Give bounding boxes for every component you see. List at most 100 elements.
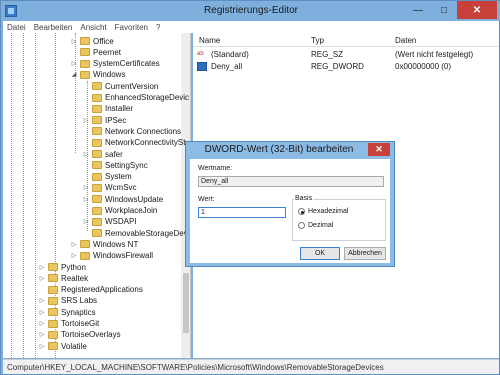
tree-item[interactable]: SettingSync (83, 159, 148, 171)
value-row[interactable]: Deny_all REG_DWORD 0x00000000 (0) (193, 61, 499, 73)
tree-item[interactable]: EnhancedStorageDevic (83, 92, 189, 104)
menu-ansicht[interactable]: Ansicht (80, 23, 106, 32)
dialog-close-button[interactable]: ✕ (368, 143, 390, 156)
folder-icon (92, 172, 102, 181)
value-row[interactable]: ab (Standard) REG_SZ (Wert nicht festgel… (193, 49, 499, 61)
value-name-label: Wertname: (198, 165, 233, 172)
menu-favoriten[interactable]: Favoriten (115, 23, 148, 32)
expand-arrow-icon[interactable]: ▷ (83, 117, 89, 124)
edit-dword-dialog: DWORD-Wert (32-Bit) bearbeiten ✕ Wertnam… (185, 141, 395, 267)
expand-arrow-icon[interactable]: ▷ (83, 151, 89, 158)
hex-radio[interactable] (298, 208, 305, 215)
value-name: (Standard) (211, 50, 249, 59)
expand-arrow-icon[interactable]: ▷ (39, 275, 45, 282)
expand-arrow-icon[interactable]: ▷ (71, 38, 77, 45)
registry-editor-window: Registrierungs-Editor — □ ✕ Datei Bearbe… (0, 0, 500, 375)
tree-item-label: SystemCertificates (93, 59, 160, 69)
expand-arrow-icon[interactable]: ▷ (71, 252, 77, 259)
column-type[interactable]: Typ (311, 36, 324, 45)
tree-item-label: NetworkConnectivitySt (105, 138, 186, 148)
maximize-button[interactable]: □ (431, 1, 457, 19)
tree-item[interactable]: ▷ Office (71, 35, 114, 47)
tree-item-label: WindowsUpdate (105, 194, 164, 204)
tree-scroll-thumb[interactable] (183, 273, 189, 333)
expand-arrow-icon[interactable]: ▷ (39, 320, 45, 327)
tree-item[interactable]: ▷ Volatile (39, 340, 87, 352)
folder-icon (92, 195, 102, 204)
tree-item[interactable]: Peernet (71, 46, 121, 58)
folder-icon (92, 161, 102, 170)
tree-item[interactable]: ▷ safer (83, 148, 123, 160)
expand-arrow-icon[interactable]: ▷ (71, 241, 77, 248)
tree-item-label: Network Connections (105, 126, 182, 136)
tree-item[interactable]: ▷ WindowsFirewall (71, 250, 153, 262)
tree-item-label: TortoiseOverlays (61, 330, 121, 340)
tree-item[interactable]: ▷ Realtek (39, 272, 88, 284)
value-data-input[interactable]: 1 (198, 207, 286, 218)
tree-item[interactable]: RegisteredApplications (39, 284, 143, 296)
tree-item[interactable]: ▷ WSDAPI (83, 216, 137, 228)
minimize-button[interactable]: — (405, 1, 431, 19)
expand-arrow-icon[interactable]: ▷ (71, 60, 77, 67)
tree-item-label: CurrentVersion (105, 81, 159, 91)
tree-item[interactable]: ▷ SRS Labs (39, 295, 97, 307)
expand-arrow-icon[interactable]: ▷ (39, 309, 45, 316)
close-button[interactable]: ✕ (457, 1, 497, 19)
tree-item-label: SettingSync (105, 160, 148, 170)
tree-item[interactable]: ▷ WindowsUpdate (83, 193, 164, 205)
tree-item-label: IPSec (105, 115, 127, 125)
tree-item-label: WcmSvc (105, 183, 137, 193)
tree-item[interactable]: ▷ TortoiseGit (39, 318, 100, 330)
column-name[interactable]: Name (199, 36, 220, 45)
expand-arrow-icon[interactable]: ▷ (39, 331, 45, 338)
dec-radio-row[interactable]: Dezimal (298, 222, 333, 229)
folder-icon (80, 70, 90, 79)
tree-item[interactable]: RemovableStorageDev (83, 227, 188, 239)
value-data-label: Wert: (198, 196, 215, 203)
folder-icon (48, 274, 58, 283)
tree-item[interactable]: System (83, 171, 132, 183)
dec-radio[interactable] (298, 222, 305, 229)
tree-item-label: Python (61, 262, 86, 272)
ok-button[interactable]: OK (300, 247, 340, 260)
status-bar-path: Computer\HKEY_LOCAL_MACHINE\SOFTWARE\Pol… (3, 359, 499, 374)
tree-item-label: Realtek (61, 273, 89, 283)
expand-arrow-icon[interactable]: ▷ (39, 264, 45, 271)
menu-help[interactable]: ? (156, 23, 160, 32)
tree-item[interactable]: CurrentVersion (83, 80, 158, 92)
registry-tree: ▷ Office Peernet ▷ SystemCertificates ◢ Window… (3, 33, 191, 358)
tree-item[interactable]: ▷ SystemCertificates (71, 58, 160, 70)
tree-item[interactable]: ▷ Windows NT (71, 238, 139, 250)
string-value-icon: ab (197, 51, 204, 57)
dialog-title[interactable]: DWORD-Wert (32-Bit) bearbeiten (186, 144, 372, 155)
expand-arrow-icon[interactable]: ▷ (39, 297, 45, 304)
folder-icon (80, 37, 90, 45)
tree-item[interactable]: ▷ TortoiseOverlays (39, 329, 121, 341)
tree-item-label: EnhancedStorageDevic (105, 93, 190, 102)
menu-bearbeiten[interactable]: Bearbeiten (34, 23, 73, 32)
tree-item[interactable]: Installer (83, 103, 133, 115)
tree-item[interactable]: Network Connections (83, 125, 181, 137)
cancel-button[interactable]: Abbrechen (344, 247, 386, 260)
folder-icon (92, 116, 102, 125)
expand-arrow-icon[interactable]: ▷ (83, 184, 89, 191)
expand-arrow-icon[interactable]: ▷ (83, 196, 89, 203)
tree-item[interactable]: ▷ Synaptics (39, 306, 96, 318)
value-name: Deny_all (211, 62, 243, 71)
tree-item[interactable]: ▷ WcmSvc (83, 182, 137, 194)
tree-item[interactable]: NetworkConnectivitySt (83, 137, 185, 149)
tree-item-label: TortoiseGit (61, 319, 100, 328)
menu-bar: Datei Bearbeiten Ansicht Favoriten ? (3, 21, 499, 33)
expand-arrow-icon[interactable]: ▷ (83, 218, 89, 225)
tree-item[interactable]: ▷ Python (39, 261, 86, 273)
title-bar[interactable]: Registrierungs-Editor — □ ✕ (1, 1, 500, 21)
expand-arrow-icon[interactable]: ▷ (39, 343, 45, 350)
expand-arrow-icon[interactable]: ◢ (71, 71, 77, 78)
hex-radio-row[interactable]: Hexadezimal (298, 208, 348, 215)
menu-datei[interactable]: Datei (7, 23, 26, 32)
column-data[interactable]: Daten (395, 36, 416, 45)
tree-item[interactable]: ◢ Windows (71, 69, 126, 81)
tree-item[interactable]: ▷ IPSec (83, 114, 127, 126)
value-type: REG_DWORD (311, 62, 364, 71)
tree-item[interactable]: WorkplaceJoin (83, 205, 157, 217)
